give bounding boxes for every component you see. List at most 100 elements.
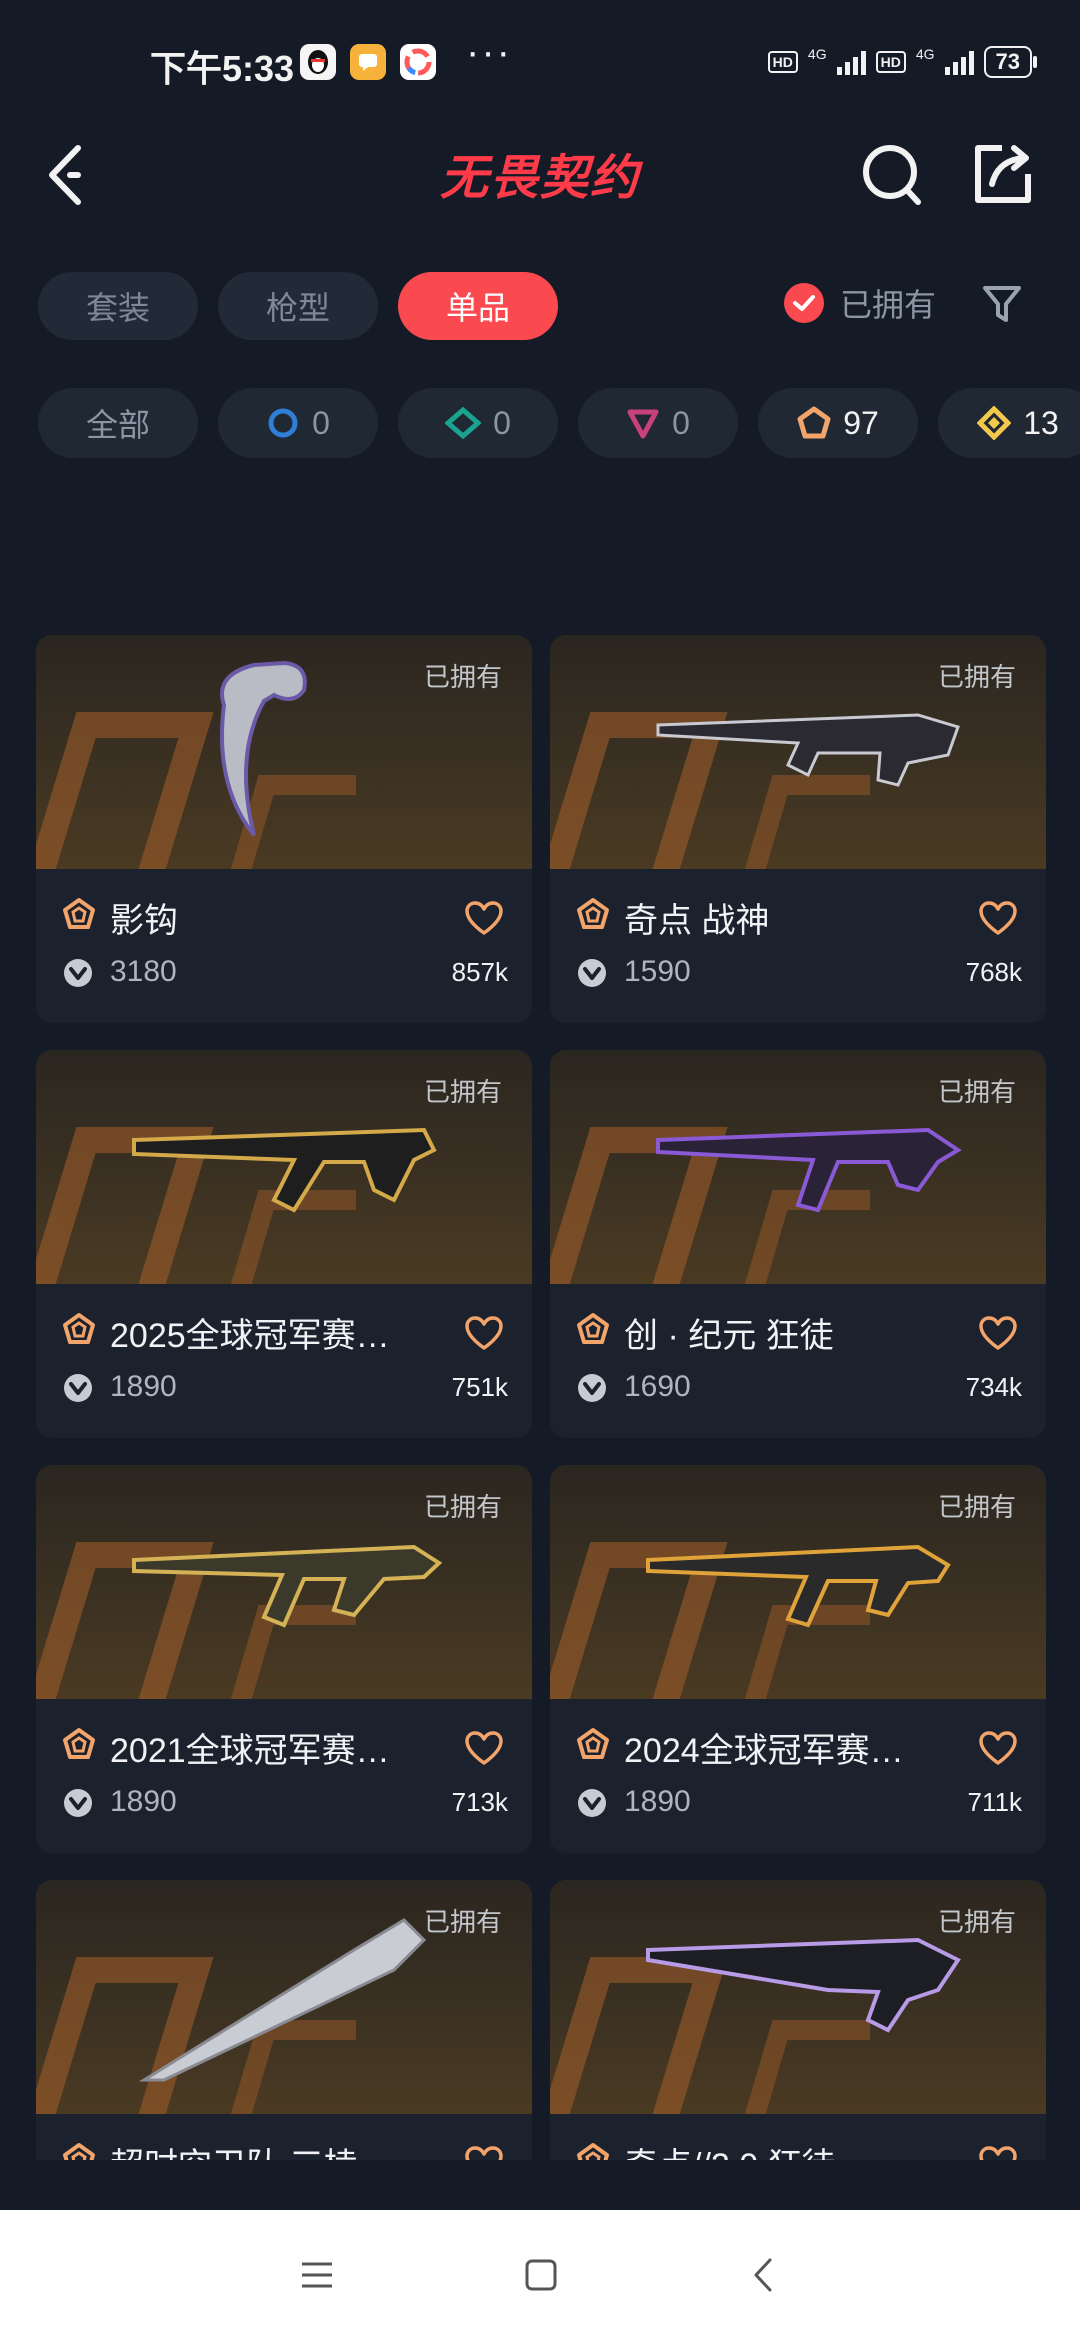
chip-select-tier[interactable]: 0: [218, 388, 378, 458]
item-likes: 711k: [967, 1787, 1022, 1817]
item-likes: 713k: [451, 1787, 508, 1817]
item-likes: 857k: [451, 957, 508, 987]
chip-all[interactable]: 全部: [38, 388, 198, 458]
hd-badge: HD: [767, 51, 798, 73]
colorful-app-icon: [400, 44, 436, 80]
exclusive-tier-icon: [576, 2142, 610, 2160]
item-image: 已拥有: [36, 1465, 532, 1699]
exclusive-tier-icon: [576, 897, 610, 931]
item-image: 已拥有: [550, 1050, 1046, 1284]
exclusive-tier-icon: [62, 2142, 96, 2160]
owned-tag: 已拥有: [423, 1077, 502, 1107]
chat-app-icon: [350, 44, 386, 80]
item-image: 已拥有: [550, 1465, 1046, 1699]
item-card[interactable]: 已拥有奇点//2.0 狂徒: [550, 1880, 1046, 2160]
chip-count: 97: [843, 404, 879, 441]
item-name: 创 · 纪元 狂徒: [624, 1317, 834, 1355]
heart-icon[interactable]: [464, 2146, 504, 2160]
owned-tag: 已拥有: [937, 662, 1016, 692]
heart-icon[interactable]: [464, 1731, 504, 1767]
status-bar: 下午5:33 ··· HD 4G HD 4G 73: [0, 0, 1080, 120]
exclusive-tier-icon: [62, 897, 96, 931]
item-price: 1590: [624, 955, 691, 988]
filter-button[interactable]: [980, 282, 1024, 326]
item-price: 1890: [624, 1785, 691, 1818]
item-image: 已拥有: [36, 1050, 532, 1284]
exclusive-tier-icon: [62, 1312, 96, 1346]
item-price: 3180: [110, 955, 177, 988]
tab-gun-types[interactable]: 枪型: [218, 272, 379, 340]
item-card[interactable]: 已拥有 影钩 3180 857k: [36, 635, 532, 1023]
owned-filter-toggle[interactable]: 已拥有: [784, 280, 936, 326]
vp-currency-icon: [62, 1787, 94, 1819]
chip-exclusive-tier[interactable]: 97: [758, 388, 918, 458]
chip-premium-tier[interactable]: 0: [578, 388, 738, 458]
item-likes: 768k: [965, 957, 1022, 987]
exclusive-tier-icon: [576, 1312, 610, 1346]
item-price: 1890: [110, 1370, 177, 1403]
premium-tier-icon: [627, 409, 659, 439]
menu-button[interactable]: [292, 2250, 342, 2300]
item-name: 奇点 战神: [624, 902, 770, 940]
vp-currency-icon: [62, 1372, 94, 1404]
menu-icon: [302, 2262, 332, 2288]
heart-icon[interactable]: [464, 901, 504, 937]
item-card[interactable]: 已拥有 2025全球冠军赛… 1890 751k: [36, 1050, 532, 1438]
item-price: 1890: [110, 1785, 177, 1818]
network-type: 4G: [807, 46, 827, 62]
home-button[interactable]: [516, 2250, 566, 2300]
share-button[interactable]: [962, 130, 1042, 220]
heart-icon[interactable]: [978, 1316, 1018, 1352]
item-name: 2024全球冠军赛…: [624, 1732, 904, 1770]
share-icon: [975, 145, 1031, 203]
funnel-icon: [983, 286, 1021, 322]
heart-icon[interactable]: [978, 1731, 1018, 1767]
search-button[interactable]: [852, 130, 932, 220]
tab-single-items[interactable]: 单品: [398, 272, 559, 340]
item-card[interactable]: 已拥有超时空卫队 三棱: [36, 1880, 532, 2160]
exclusive-tier-icon: [62, 1727, 96, 1761]
category-tabs: 套装 枪型 单品: [38, 272, 559, 340]
item-likes: 734k: [965, 1372, 1022, 1402]
heart-icon[interactable]: [978, 2146, 1018, 2160]
heart-icon[interactable]: [464, 1316, 504, 1352]
item-card[interactable]: 已拥有 2021全球冠军赛… 1890 713k: [36, 1465, 532, 1853]
item-image: 已拥有: [550, 1880, 1046, 2114]
rarity-filter-chips: 全部 0 0 0 97 13: [38, 388, 1080, 458]
item-name: 2025全球冠军赛…: [110, 1317, 390, 1355]
heart-icon[interactable]: [978, 901, 1018, 937]
select-tier-icon: [268, 408, 298, 438]
ultra-tier-icon: [977, 406, 1012, 440]
item-image: 已拥有: [36, 1880, 532, 2114]
chip-count: 0: [672, 404, 690, 441]
top-header: 无畏契约: [0, 120, 1080, 240]
status-time: 下午5:33: [150, 48, 295, 89]
back-chevron-icon: [754, 2258, 772, 2292]
chip-ultra-tier[interactable]: 13: [938, 388, 1080, 458]
item-grid: 鬼丸国纲3780910k威龙之刃3180870k已拥有影钩3180857k已拥有…: [0, 490, 1080, 2160]
item-card[interactable]: 已拥有 2024全球冠军赛… 1890 711k: [550, 1465, 1046, 1853]
battery-indicator: 73: [983, 46, 1038, 78]
vp-currency-icon: [62, 957, 94, 989]
item-image: 已拥有: [550, 635, 1046, 869]
deluxe-tier-icon: [445, 406, 482, 440]
nav-back-button[interactable]: [740, 2250, 790, 2300]
chip-count: 0: [493, 404, 511, 441]
owned-tag: 已拥有: [937, 1077, 1016, 1107]
chip-deluxe-tier[interactable]: 0: [398, 388, 558, 458]
vp-currency-icon: [576, 957, 608, 989]
item-name: 2021全球冠军赛…: [110, 1732, 390, 1770]
system-navigation-bar: [0, 2210, 1080, 2340]
status-indicators: HD 4G HD 4G 73: [767, 46, 1038, 78]
chip-count: 13: [1023, 404, 1059, 441]
vp-currency-icon: [576, 1787, 608, 1819]
item-price: 1690: [624, 1370, 691, 1403]
item-card[interactable]: 已拥有奇点 战神 1590 768k: [550, 635, 1046, 1023]
tab-bundles[interactable]: 套装: [38, 272, 199, 340]
item-card[interactable]: 已拥有创 · 纪元 狂徒 1690 734k: [550, 1050, 1046, 1438]
exclusive-tier-icon: [576, 1727, 610, 1761]
checkmark-icon: [784, 283, 824, 323]
owned-tag: 已拥有: [423, 1907, 502, 1937]
item-likes: 751k: [451, 1372, 508, 1402]
owned-tag: 已拥有: [937, 1492, 1016, 1522]
